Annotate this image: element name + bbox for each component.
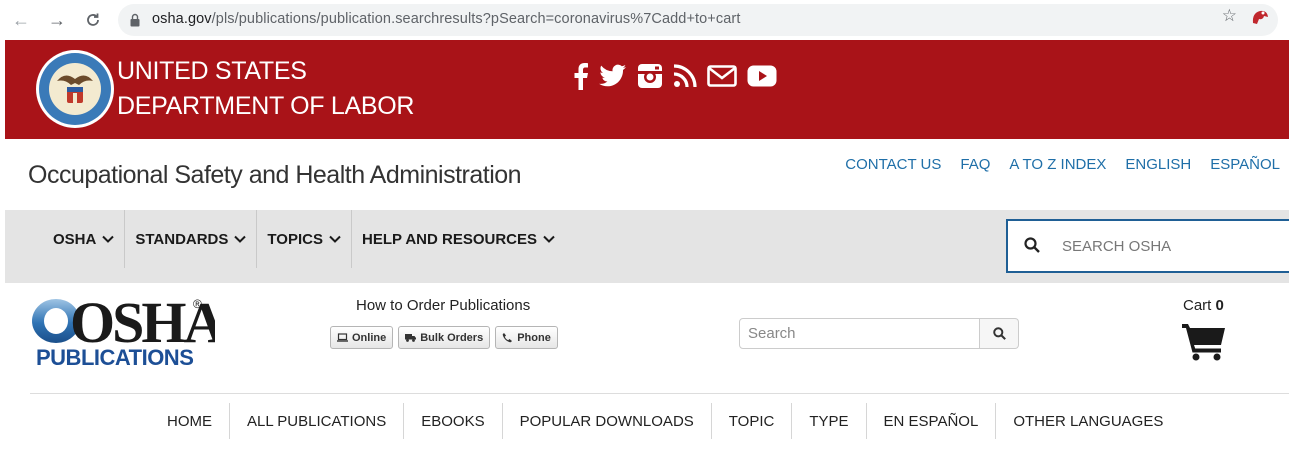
publications-nav: HOME ALL PUBLICATIONS EBOOKS POPULAR DOW… <box>150 401 1180 441</box>
pub-nav-all-publications[interactable]: ALL PUBLICATIONS <box>230 403 405 439</box>
search-osha-placeholder: SEARCH OSHA <box>1062 238 1172 255</box>
pub-nav-popular-downloads[interactable]: POPULAR DOWNLOADS <box>503 403 712 439</box>
order-publications-title: How to Order Publications <box>356 297 531 314</box>
pub-nav-en-espanol[interactable]: EN ESPAÑOL <box>867 403 997 439</box>
chevron-down-icon <box>543 235 555 243</box>
laptop-icon <box>337 333 348 342</box>
nav-standards[interactable]: STANDARDS <box>125 210 258 268</box>
bookmark-star-icon[interactable]: ☆ <box>1222 6 1237 26</box>
search-icon[interactable] <box>1024 237 1040 253</box>
twitter-icon[interactable] <box>599 64 627 88</box>
pub-nav-home[interactable]: HOME <box>150 403 230 439</box>
reload-icon[interactable] <box>82 9 104 31</box>
instagram-icon[interactable] <box>637 63 663 89</box>
truck-icon <box>405 334 417 342</box>
registered-mark: ® <box>193 297 202 311</box>
order-bulk-button[interactable]: Bulk Orders <box>398 326 491 349</box>
nav-topics-label: TOPICS <box>267 230 323 248</box>
search-icon <box>992 327 1006 340</box>
agency-name[interactable]: Occupational Safety and Health Administr… <box>28 161 522 190</box>
url-path: /pls/publications/publication.searchresu… <box>211 11 741 27</box>
publications-search-placeholder: Search <box>748 325 796 342</box>
publications-search-input[interactable]: Search <box>739 318 981 349</box>
pub-nav-topic[interactable]: TOPIC <box>712 403 793 439</box>
cart-count: 0 <box>1215 297 1224 314</box>
contact-us-link[interactable]: CONTACT US <box>845 156 941 173</box>
social-links <box>573 62 777 90</box>
dol-banner: UNITED STATES DEPARTMENT OF LABOR <box>5 40 1289 139</box>
youtube-icon[interactable] <box>747 65 777 87</box>
chevron-down-icon <box>102 235 115 243</box>
url-host: osha.gov <box>152 11 212 27</box>
utility-links: CONTACT US FAQ A TO Z INDEX ENGLISH ESPA… <box>845 156 1280 173</box>
search-osha-input[interactable]: SEARCH OSHA <box>1006 219 1289 273</box>
nav-help-and-resources[interactable]: HELP AND RESOURCES <box>352 210 565 268</box>
address-bar[interactable]: osha.gov/pls/publications/publication.se… <box>118 4 1278 36</box>
pub-nav-other-languages[interactable]: OTHER LANGUAGES <box>996 403 1180 439</box>
extension-icon[interactable] <box>1249 7 1271 27</box>
order-phone-label: Phone <box>517 331 551 344</box>
order-phone-button[interactable]: Phone <box>495 326 558 349</box>
phone-icon <box>502 333 513 343</box>
dol-title-line1[interactable]: UNITED STATES <box>117 57 307 86</box>
lock-icon <box>130 13 140 27</box>
dol-seal-icon[interactable] <box>35 49 115 129</box>
order-bulk-label: Bulk Orders <box>420 331 484 344</box>
forward-arrow-icon[interactable]: → <box>46 9 68 31</box>
nav-standards-label: STANDARDS <box>135 230 229 248</box>
nav-help-label: HELP AND RESOURCES <box>361 230 538 248</box>
chevron-down-icon <box>329 235 341 243</box>
order-buttons: Online Bulk Orders Phone <box>330 326 558 349</box>
dol-title-line2[interactable]: DEPARTMENT OF LABOR <box>117 92 414 121</box>
cart-label[interactable]: Cart 0 <box>1183 297 1224 314</box>
pub-nav-type[interactable]: TYPE <box>792 403 867 439</box>
nav-topics[interactable]: TOPICS <box>257 210 352 268</box>
cart-text: Cart <box>1183 297 1212 314</box>
back-arrow-icon[interactable]: ← <box>10 9 32 31</box>
order-online-button[interactable]: Online <box>330 326 394 349</box>
browser-toolbar: ← → osha.gov/pls/publications/publicatio… <box>0 0 1289 40</box>
divider <box>30 393 1289 394</box>
url-text: osha.gov/pls/publications/publication.se… <box>152 11 740 27</box>
nav-osha-label: OSHA <box>53 230 97 248</box>
facebook-icon[interactable] <box>573 62 589 90</box>
espanol-link[interactable]: ESPAÑOL <box>1210 156 1280 173</box>
email-icon[interactable] <box>707 65 737 87</box>
order-online-label: Online <box>352 331 387 344</box>
chevron-down-icon <box>234 235 247 243</box>
shopping-cart-icon[interactable] <box>1181 321 1227 361</box>
nav-osha[interactable]: OSHA <box>43 210 126 268</box>
rss-icon[interactable] <box>673 64 697 88</box>
publications-search: Search <box>739 318 1019 349</box>
english-link[interactable]: ENGLISH <box>1125 156 1191 173</box>
main-nav: OSHA STANDARDS TOPICS HELP AND RESOURCES… <box>5 210 1289 283</box>
publications-search-button[interactable] <box>980 318 1019 349</box>
osha-logo-sub: PUBLICATIONS <box>36 345 193 370</box>
a-to-z-index-link[interactable]: A TO Z INDEX <box>1009 156 1106 173</box>
faq-link[interactable]: FAQ <box>960 156 990 173</box>
pub-nav-ebooks[interactable]: EBOOKS <box>404 403 503 439</box>
osha-publications-logo[interactable]: OSHA O ® PUBLICATIONS <box>30 294 215 370</box>
